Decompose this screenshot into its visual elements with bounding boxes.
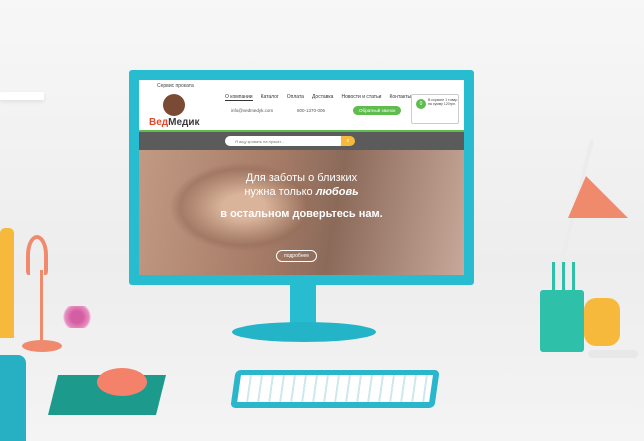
nav-payment[interactable]: Оплата [287,94,304,101]
phone-link[interactable]: 800-1370-006 [297,108,325,113]
flamingo-base [22,340,62,352]
hero-line3: в остальном доверьтесь нам. [220,208,383,220]
yellow-jar [584,298,620,346]
callback-button[interactable]: Обратный звонок [353,106,402,115]
keyboard-keys [237,375,433,402]
lamp-shade [568,176,628,218]
nav-about[interactable]: О компании [225,94,253,101]
monitor-base [232,322,376,342]
hero-line1: Для заботы о близких [245,172,358,184]
blue-cup [0,355,26,441]
wall-shelf [0,92,44,100]
lamp-foot [588,350,638,358]
hero-line2-emph: любовь [315,186,359,198]
site-logo[interactable]: ВедМедик [149,117,200,128]
search-input[interactable] [225,136,345,146]
nav-catalog[interactable]: Каталог [261,94,279,101]
nav-news[interactable]: Новости и статьи [341,94,381,101]
pencil-holder [540,290,584,352]
monitor: Сервис проката ВедМедик О компании Катал… [129,70,474,285]
monitor-screen: Сервис проката ВедМедик О компании Катал… [139,80,464,275]
search-icon: ⌕ [346,138,350,144]
logo-service-label: Сервис проката [157,83,194,89]
hero-line2-prefix: нужна только [244,186,316,198]
more-button[interactable]: подробнее [276,250,318,262]
bear-logo-icon[interactable] [163,94,185,116]
desk-scene: Сервис проката ВедМедик О компании Катал… [0,0,644,441]
flamingo-leg [40,270,43,345]
site-header: Сервис проката ВедМедик О компании Катал… [139,80,464,132]
keyboard [230,370,440,408]
mouse [97,368,147,396]
monitor-neck [290,285,316,327]
yellow-vase [0,228,14,338]
nav-delivery[interactable]: Доставка [312,94,333,101]
cart-count-badge: 0 [416,99,426,109]
hero-line2: нужна только любовь [139,186,464,198]
flamingo-figure [26,235,48,275]
main-nav: О компании Каталог Оплата Доставка Новос… [225,94,411,101]
logo-part2: Медик [168,117,200,128]
nav-contacts[interactable]: Контакты [389,94,411,101]
logo-part1: Вед [149,117,169,128]
hero-banner: Для заботы о близких нужна только любовь… [139,150,464,275]
search-button[interactable]: ⌕ [341,136,355,146]
cart-summary: В корзине 1 товар на сумму 120грн. [428,98,458,106]
cart-widget[interactable]: 0 В корзине 1 товар на сумму 120грн. [411,94,459,124]
pink-flower [60,306,94,328]
email-link[interactable]: info@vedmedyk.com [231,108,273,113]
